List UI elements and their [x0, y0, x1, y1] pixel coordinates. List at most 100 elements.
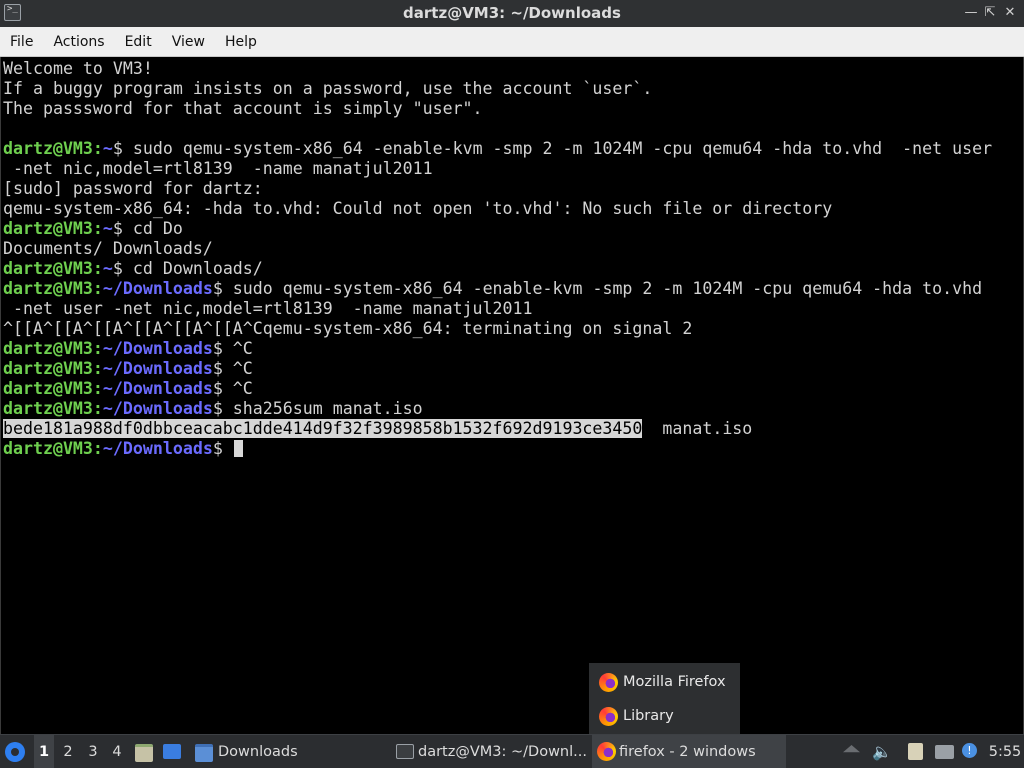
file-manager-launcher-icon[interactable]: [135, 744, 153, 762]
terminal-text: The passsword for that account is simply…: [3, 99, 483, 118]
terminal-text: Documents/ Downloads/: [3, 239, 213, 258]
workspace-3[interactable]: 3: [83, 735, 103, 768]
menu-bar: File Actions Edit View Help: [0, 27, 1024, 57]
task-label: firefox - 2 windows: [619, 744, 756, 760]
terminal-line: dartz@VM3:~/Downloads$ ^C: [3, 339, 992, 359]
volume-icon[interactable]: 🔈: [872, 743, 892, 760]
terminal-text: qemu-system-x86_64: -hda to.vhd: Could n…: [3, 199, 833, 218]
terminal-text: manat.iso: [642, 419, 753, 438]
task-label: dartz@VM3: ~/Downl...: [418, 744, 587, 760]
menu-help[interactable]: Help: [215, 27, 267, 57]
show-desktop-icon[interactable]: [163, 744, 181, 759]
terminal-line: -net nic,model=rtl8139 -name manatjul201…: [3, 159, 992, 179]
window-title: dartz@VM3: ~/Downloads: [403, 4, 621, 22]
firefox-window-list-popup: Mozilla Firefox Library: [589, 663, 740, 734]
restore-icon[interactable]: ⇱: [981, 4, 999, 22]
terminal-text: Welcome to VM3!: [3, 59, 153, 78]
prompt-user: :: [92, 259, 103, 278]
terminal-line: dartz@VM3:~/Downloads$ ^C: [3, 379, 992, 399]
prompt-user: :: [92, 279, 103, 298]
terminal-text: $ sha256sum manat.iso: [212, 399, 423, 418]
terminal-text: ^[[A^[[A^[[A^[[A^[[A^[[A^Cqemu-system-x8…: [3, 319, 693, 338]
terminal-line: -net user -net nic,model=rtl8139 -name m…: [3, 299, 992, 319]
minimize-icon[interactable]: —: [962, 4, 980, 22]
terminal-icon: [396, 744, 414, 759]
prompt-path: ~: [102, 219, 113, 238]
terminal-cursor: [233, 440, 243, 457]
terminal-output[interactable]: Welcome to VM3! If a buggy program insist…: [0, 57, 1024, 734]
terminal-text: $ ^C: [212, 379, 253, 398]
close-icon[interactable]: ✕: [1001, 4, 1019, 22]
clipboard-icon[interactable]: [908, 743, 923, 760]
prompt-user: dartz@VM3: [3, 219, 93, 238]
task-terminal[interactable]: dartz@VM3: ~/Downl...: [392, 735, 588, 768]
window-titlebar[interactable]: dartz@VM3: ~/Downloads — ⇱ ✕: [0, 0, 1024, 27]
terminal-text: $ cd Downloads/: [112, 259, 263, 278]
workspace-2[interactable]: 2: [58, 735, 78, 768]
prompt-user: dartz@VM3: [3, 279, 93, 298]
prompt-user: :: [92, 219, 103, 238]
terminal-line: [sudo] password for dartz:: [3, 179, 992, 199]
terminal-line: dartz@VM3:~/Downloads$ sha256sum manat.i…: [3, 399, 992, 419]
prompt-user: :: [92, 439, 103, 458]
prompt-path: ~/Downloads: [102, 439, 213, 458]
terminal-line: The passsword for that account is simply…: [3, 99, 992, 119]
prompt-user: :: [92, 359, 103, 378]
terminal-line: dartz@VM3:~$ sudo qemu-system-x86_64 -en…: [3, 139, 992, 159]
popup-item-label: Library: [623, 708, 674, 724]
prompt-user: dartz@VM3: [3, 259, 93, 278]
terminal-line: dartz@VM3:~/Downloads$ sudo qemu-system-…: [3, 279, 992, 299]
prompt-user: dartz@VM3: [3, 359, 93, 378]
firefox-icon: [599, 673, 618, 692]
prompt-user: dartz@VM3: [3, 379, 93, 398]
terminal-lines: Welcome to VM3! If a buggy program insist…: [3, 59, 992, 459]
taskbar: 1 2 3 4 Downloads dartz@VM3: ~/Downl... …: [0, 734, 1024, 768]
task-downloads[interactable]: Downloads: [191, 735, 386, 768]
terminal-text: -net user -net nic,model=rtl8139 -name m…: [3, 299, 533, 318]
prompt-path: ~/Downloads: [102, 339, 213, 358]
prompt-path: ~/Downloads: [102, 279, 213, 298]
clock[interactable]: 5:55: [988, 735, 1022, 768]
terminal-text: If a buggy program insists on a password…: [3, 79, 653, 98]
terminal-text: $ sudo qemu-system-x86_64 -enable-kvm -s…: [112, 139, 993, 158]
terminal-text: $ sudo qemu-system-x86_64 -enable-kvm -s…: [212, 279, 983, 298]
terminal-text: $ cd Do: [112, 219, 183, 238]
terminal-line: ^[[A^[[A^[[A^[[A^[[A^[[A^Cqemu-system-x8…: [3, 319, 992, 339]
prompt-user: :: [92, 379, 103, 398]
terminal-text: $ ^C: [212, 359, 253, 378]
terminal-text: -net nic,model=rtl8139 -name manatjul201…: [3, 159, 433, 178]
lxqt-menu-icon[interactable]: [5, 742, 25, 762]
prompt-user: :: [92, 139, 103, 158]
notification-icon[interactable]: !: [962, 743, 977, 758]
terminal-line: dartz@VM3:~/Downloads$ ^C: [3, 359, 992, 379]
task-label: Downloads: [218, 744, 298, 760]
task-firefox[interactable]: firefox - 2 windows: [592, 735, 786, 768]
firefox-icon: [599, 707, 618, 726]
eject-icon[interactable]: [843, 745, 860, 753]
terminal-line: Welcome to VM3!: [3, 59, 992, 79]
terminal-line: qemu-system-x86_64: -hda to.vhd: Could n…: [3, 199, 992, 219]
menu-view[interactable]: View: [162, 27, 215, 57]
prompt-user: dartz@VM3: [3, 139, 93, 158]
selected-text: bede181a988df0dbbceacabc1dde414d9f32f398…: [3, 419, 643, 438]
prompt-path: ~: [102, 139, 113, 158]
prompt-user: dartz@VM3: [3, 339, 93, 358]
prompt-user: dartz@VM3: [3, 439, 93, 458]
terminal-line: dartz@VM3:~/Downloads$: [3, 439, 992, 459]
menu-edit[interactable]: Edit: [115, 27, 162, 57]
menu-file[interactable]: File: [0, 27, 43, 57]
workspace-4[interactable]: 4: [107, 735, 127, 768]
workspace-1[interactable]: 1: [34, 735, 54, 768]
prompt-path: ~/Downloads: [102, 359, 213, 378]
network-icon[interactable]: [935, 745, 954, 759]
prompt-user: dartz@VM3: [3, 399, 93, 418]
menu-actions[interactable]: Actions: [43, 27, 114, 57]
terminal-text: $ ^C: [212, 339, 253, 358]
folder-icon: [195, 744, 213, 762]
prompt-path: ~: [102, 259, 113, 278]
terminal-line: dartz@VM3:~$ cd Downloads/: [3, 259, 992, 279]
prompt-path: ~/Downloads: [102, 399, 213, 418]
terminal-text: [sudo] password for dartz:: [3, 179, 263, 198]
terminal-line: If a buggy program insists on a password…: [3, 79, 992, 99]
